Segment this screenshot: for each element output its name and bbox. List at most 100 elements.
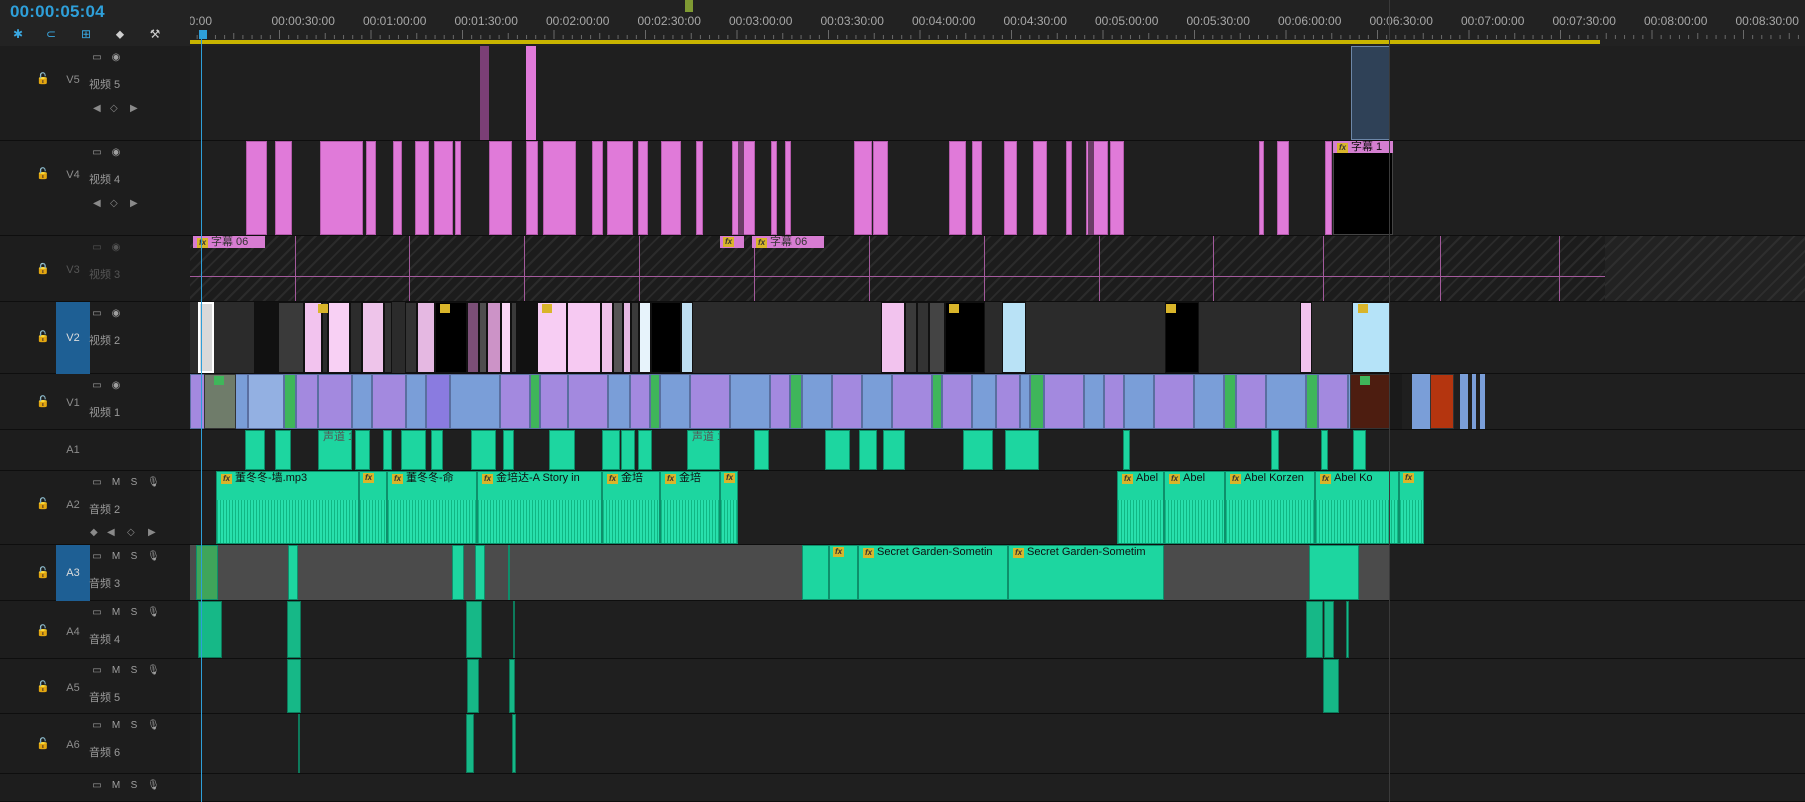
audio-clip[interactable]: fx (1399, 471, 1424, 544)
next-keyframe-icon[interactable]: ▶ (130, 198, 138, 209)
eye-icon[interactable]: ◉ (110, 147, 122, 158)
audio-clip[interactable]: fx 董冬冬-命 (387, 471, 477, 544)
audio-clip[interactable] (602, 430, 620, 470)
audio-clip[interactable] (466, 601, 482, 658)
video-clip[interactable] (785, 141, 791, 235)
video-clip[interactable] (543, 141, 576, 235)
audio-clip[interactable] (275, 430, 291, 470)
video-clip[interactable] (681, 302, 693, 373)
video-clip[interactable] (790, 374, 802, 429)
video-clip[interactable] (917, 302, 929, 373)
video-clip[interactable] (434, 141, 453, 235)
wrench-icon[interactable]: ⚒ (148, 27, 162, 41)
video-clip[interactable] (873, 141, 888, 235)
video-clip[interactable] (623, 302, 631, 373)
audio-clip[interactable] (802, 545, 829, 600)
track-label[interactable]: A5 (56, 678, 90, 698)
add-keyframe-icon[interactable]: ◇ (110, 198, 118, 209)
audio-clip[interactable]: 声道 1 (318, 430, 352, 470)
video-clip[interactable] (660, 374, 690, 429)
track-lane-a2[interactable]: fx 董冬冬-墙.mp3 fx fx 董冬冬-命 fx 金培达-A Story in fx 金培… (190, 471, 1805, 545)
video-clip[interactable] (1460, 374, 1468, 429)
audio-clip[interactable] (754, 430, 769, 470)
audio-clip[interactable] (401, 430, 426, 470)
track-label[interactable]: A3 (56, 545, 90, 601)
audio-clip[interactable] (471, 430, 496, 470)
microphone-icon[interactable]: 🎙 (147, 477, 160, 488)
audio-clip[interactable] (245, 430, 265, 470)
video-clip[interactable] (832, 374, 862, 429)
audio-clip[interactable] (1353, 430, 1366, 470)
video-clip[interactable] (854, 141, 872, 235)
audio-clip[interactable]: fx Abel Ko (1315, 471, 1399, 544)
time-ruler[interactable]: 00:00 00:00:30:00 00:01:00:00 00:01:30:00 00… (190, 0, 1805, 46)
lock-icon[interactable]: 🔓 (36, 625, 50, 637)
fx-badge-icon[interactable] (1166, 304, 1176, 313)
keyframe-toggle-icon[interactable]: ◆ (90, 527, 98, 538)
audio-clip[interactable] (512, 714, 516, 773)
video-clip[interactable] (932, 374, 942, 429)
track-lane-a5[interactable] (190, 659, 1805, 714)
title-clip[interactable]: fx 字幕 06 (193, 236, 265, 248)
video-clip[interactable] (942, 374, 972, 429)
video-clip[interactable] (1480, 374, 1485, 429)
video-clip[interactable] (540, 374, 568, 429)
video-clip[interactable] (929, 302, 945, 373)
video-clip[interactable] (601, 302, 613, 373)
eye-icon[interactable]: ◉ (110, 308, 122, 319)
video-clip[interactable] (426, 374, 450, 429)
title-clip-header[interactable]: fx 字幕 1 (1333, 141, 1393, 153)
video-clip[interactable] (405, 302, 417, 373)
lock-icon[interactable]: 🔓 (36, 331, 50, 343)
audio-clip[interactable] (508, 545, 510, 600)
audio-clip[interactable] (287, 659, 301, 713)
video-clip[interactable] (638, 141, 648, 235)
video-clip[interactable] (1002, 302, 1026, 373)
track-fill[interactable] (190, 545, 1390, 600)
microphone-icon[interactable]: 🎙 (147, 665, 160, 676)
video-clip[interactable] (972, 141, 982, 235)
track-label[interactable]: A1 (56, 440, 90, 460)
video-clip[interactable] (743, 141, 755, 235)
solo-button[interactable]: S (128, 665, 140, 676)
video-clip[interactable] (372, 374, 406, 429)
video-clip[interactable] (393, 141, 402, 235)
video-clip[interactable] (1030, 374, 1044, 429)
video-clip[interactable] (770, 374, 790, 429)
audio-clip[interactable] (638, 430, 652, 470)
audio-clip[interactable] (513, 601, 515, 658)
audio-clip[interactable]: fx 金培 (660, 471, 720, 544)
track-lane-a1[interactable]: 声道 1 声道 1 (190, 430, 1805, 471)
audio-clip[interactable] (452, 545, 464, 600)
video-clip[interactable] (479, 302, 487, 373)
video-clip[interactable] (517, 302, 537, 373)
video-clip[interactable] (275, 141, 292, 235)
video-clip[interactable] (248, 374, 284, 429)
video-clip[interactable] (384, 302, 392, 373)
video-clip[interactable] (1104, 374, 1124, 429)
video-clip[interactable] (630, 374, 650, 429)
video-clip[interactable] (406, 374, 426, 429)
audio-clip[interactable] (1321, 430, 1328, 470)
video-clip[interactable] (592, 141, 603, 235)
fx-badge-icon[interactable] (440, 304, 450, 313)
audio-clip[interactable] (1346, 601, 1349, 658)
solo-button[interactable]: S (128, 780, 140, 791)
add-marker-icon[interactable]: ⊞ (79, 27, 93, 41)
track-label[interactable]: A4 (56, 622, 90, 642)
audio-clip[interactable] (1271, 430, 1279, 470)
video-clip[interactable] (651, 302, 681, 373)
lock-icon[interactable]: 🔒 (36, 263, 50, 275)
video-clip[interactable] (1259, 141, 1264, 235)
lock-icon[interactable]: 🔓 (36, 567, 50, 579)
prev-keyframe-icon[interactable]: ◀ (107, 527, 115, 538)
toggle-sync-icon[interactable]: ▭ (91, 720, 103, 731)
video-clip[interactable] (1277, 141, 1289, 235)
prev-keyframe-icon[interactable]: ◀ (93, 198, 101, 209)
audio-clip[interactable]: fx (720, 471, 738, 544)
video-clip[interactable] (246, 141, 267, 235)
video-clip[interactable] (415, 141, 429, 235)
mute-button[interactable]: M (110, 607, 122, 618)
toggle-sync-icon[interactable]: ▭ (91, 52, 103, 63)
eye-icon[interactable]: ◉ (110, 380, 122, 391)
